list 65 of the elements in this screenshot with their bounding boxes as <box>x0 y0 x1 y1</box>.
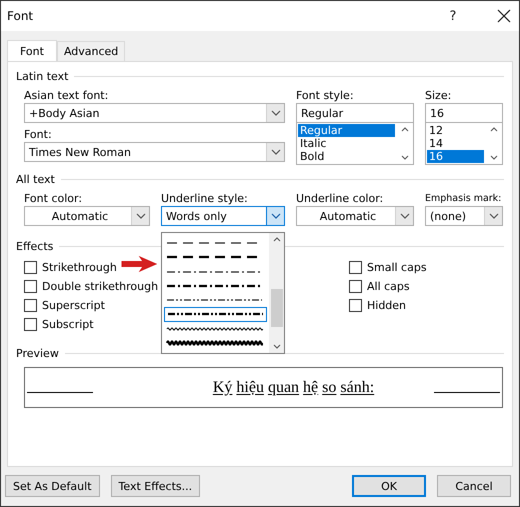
caret-icon <box>270 110 280 116</box>
dropdown-field[interactable]: Times New Roman <box>24 142 285 162</box>
checkbox-label: Double strikethrough <box>42 280 158 292</box>
list-item[interactable]: 16 <box>427 150 484 163</box>
checkbox[interactable] <box>349 280 362 292</box>
field-label: Asian text font: <box>24 88 110 103</box>
arrow-icon <box>121 256 157 272</box>
checkbox-label: Small caps <box>367 260 427 274</box>
list-item[interactable]: Italic <box>298 137 395 150</box>
list-item[interactable]: Bold <box>298 150 395 163</box>
scroll-up-icon[interactable] <box>490 127 498 132</box>
caret-icon <box>270 213 280 219</box>
input-field[interactable]: 16 <box>425 103 503 123</box>
section-heading: Latin text <box>16 70 68 82</box>
checkbox[interactable] <box>24 318 37 330</box>
dropdown-field[interactable]: Words only <box>161 206 285 226</box>
caret-icon <box>400 213 410 219</box>
checkbox-label: All caps <box>367 280 410 292</box>
checkbox-label: Hidden <box>367 298 406 312</box>
checkbox[interactable] <box>349 260 362 274</box>
dropdown-field[interactable]: +Body Asian <box>24 103 285 123</box>
dialog-button[interactable]: OK <box>352 475 426 497</box>
window-title: Font <box>7 9 34 23</box>
field-label: Font style: <box>296 88 355 103</box>
checkbox-label: Superscript <box>42 298 105 312</box>
checkbox[interactable] <box>24 298 37 312</box>
scroll-down-icon[interactable] <box>400 155 408 160</box>
caret-icon <box>270 149 280 155</box>
field-label: Font: <box>24 127 53 142</box>
dialog-button[interactable]: Set As Default <box>5 475 100 497</box>
checkbox[interactable] <box>24 280 37 292</box>
section-heading: All text <box>16 172 55 186</box>
list-item[interactable]: Regular <box>298 124 395 137</box>
scroll-up-icon[interactable] <box>272 237 280 242</box>
scroll-up-icon[interactable] <box>400 127 408 132</box>
line-style-option[interactable] <box>166 338 263 348</box>
dialog-button[interactable]: Text Effects... <box>110 475 200 497</box>
field-label: Size: <box>425 88 452 103</box>
list-item[interactable]: 12 <box>427 124 484 137</box>
checkbox-label: Subscript <box>42 318 94 330</box>
checkbox[interactable] <box>24 260 37 274</box>
dropdown-field[interactable]: Automatic <box>296 206 414 226</box>
section-heading: Effects <box>16 240 54 252</box>
input-field[interactable]: Regular <box>296 103 414 123</box>
tab[interactable]: Font <box>7 40 57 62</box>
checkbox[interactable] <box>349 298 362 312</box>
close-icon[interactable] <box>497 9 511 23</box>
preview-text: Ký hiệu quan hệ so sánh: <box>212 378 374 396</box>
caret-icon <box>488 213 498 219</box>
dropdown-field[interactable]: (none) <box>425 206 503 226</box>
field-label: Underline style: <box>161 191 249 206</box>
tab[interactable]: Advanced <box>56 41 126 61</box>
list-item[interactable]: 14 <box>427 137 484 150</box>
dialog-button[interactable]: Cancel <box>437 475 511 497</box>
scroll-down-icon[interactable] <box>272 344 280 349</box>
scroll-down-icon[interactable] <box>490 155 498 160</box>
field-label: Font color: <box>24 191 84 206</box>
section-heading: Preview <box>16 346 59 360</box>
field-label: Emphasis mark: <box>425 192 502 206</box>
dropdown-field[interactable]: Automatic <box>24 206 150 226</box>
help-button[interactable]: ? <box>443 8 463 24</box>
caret-icon <box>136 213 146 219</box>
scrollbar-thumb[interactable] <box>271 289 283 327</box>
checkbox-label: Strikethrough <box>42 260 117 274</box>
field-label: Underline color: <box>296 191 384 206</box>
